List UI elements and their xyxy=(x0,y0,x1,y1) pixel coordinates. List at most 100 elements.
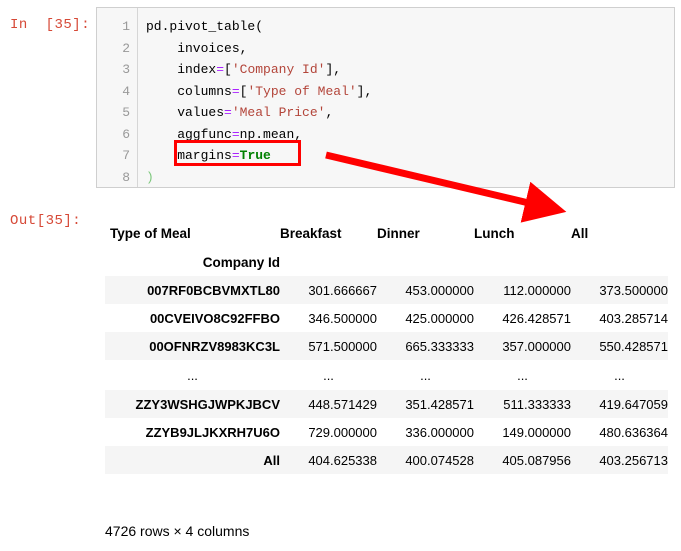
line-number-gutter: 1 2 3 4 5 6 7 8 xyxy=(97,8,138,187)
code-line-4: columns=['Type of Meal'], xyxy=(146,81,674,103)
code-token: 'Type of Meal' xyxy=(247,83,357,99)
column-header-breakfast: Breakfast xyxy=(280,225,342,241)
code-line-3: index=['Company Id'], xyxy=(146,59,674,81)
cell-dinner: 400.074528 xyxy=(377,446,474,474)
cell-all: 403.256713 xyxy=(571,446,668,474)
code-line-7: margins=True xyxy=(146,145,674,167)
index-axis-name: Company Id xyxy=(202,254,280,270)
column-axis-header-row: Type of Meal Breakfast Dinner Lunch All xyxy=(105,218,668,248)
cell-ellipsis: ... xyxy=(377,360,474,390)
code-token: invoices, xyxy=(146,40,248,56)
row-index: 00OFNRZV8983KC3L xyxy=(105,332,280,360)
cell-all: 373.500000 xyxy=(571,276,668,304)
code-token: = xyxy=(231,83,240,99)
code-token: ], xyxy=(325,62,342,77)
cell-ellipsis: ... xyxy=(571,360,668,390)
table-row: ZZYB9JLJKXRH7U6O 729.000000 336.000000 1… xyxy=(105,418,668,446)
line-number: 7 xyxy=(122,148,130,163)
table-row-ellipsis: ... ... ... ... ... xyxy=(105,360,668,390)
code-line-5: values='Meal Price', xyxy=(146,102,674,124)
code-token: ], xyxy=(356,83,373,99)
cell-ellipsis: ... xyxy=(474,360,571,390)
line-number: 4 xyxy=(122,83,130,99)
code-token: margins xyxy=(146,148,232,163)
cell-lunch: 149.000000 xyxy=(474,418,571,446)
cell-dinner: 453.000000 xyxy=(377,276,474,304)
code-token: , xyxy=(325,105,334,120)
cell-lunch: 426.428571 xyxy=(474,304,571,332)
cell-lunch: 357.000000 xyxy=(474,332,571,360)
table-row: 00CVEIVO8C92FFBO 346.500000 425.000000 4… xyxy=(105,304,668,332)
output-prompt-label: Out[35]: xyxy=(10,213,82,229)
row-index-ellipsis: ... xyxy=(105,360,280,390)
code-token: [ xyxy=(224,62,232,77)
table-body: 007RF0BCBVMXTL80 301.666667 453.000000 1… xyxy=(105,276,668,474)
cell-dinner: 336.000000 xyxy=(377,418,474,446)
header-spacer xyxy=(571,248,668,276)
cell-lunch: 112.000000 xyxy=(474,276,571,304)
code-cell[interactable]: 1 2 3 4 5 6 7 8 pd.pivot_table( invoices… xyxy=(96,7,675,188)
code-line-6: aggfunc=np.mean, xyxy=(146,124,674,146)
cell-all: 419.647059 xyxy=(571,390,668,418)
code-line-1: pd.pivot_table( xyxy=(146,16,674,38)
line-number: 8 xyxy=(122,169,130,185)
code-token: = xyxy=(231,126,240,142)
cell-breakfast: 301.666667 xyxy=(280,276,377,304)
code-token: 'Company Id' xyxy=(231,62,326,77)
row-index: 00CVEIVO8C92FFBO xyxy=(105,304,280,332)
header-spacer xyxy=(474,248,571,276)
row-index: ZZY3WSHGJWPKJBCV xyxy=(105,390,280,418)
table-row-all-margin: All 404.625338 400.074528 405.087956 403… xyxy=(105,446,668,474)
table-row: ZZY3WSHGJWPKJBCV 448.571429 351.428571 5… xyxy=(105,390,668,418)
row-index: 007RF0BCBVMXTL80 xyxy=(105,276,280,304)
line-number: 3 xyxy=(122,62,130,77)
cell-breakfast: 346.500000 xyxy=(280,304,377,332)
column-header-all: All xyxy=(571,225,589,241)
line-number: 2 xyxy=(122,40,130,56)
cell-ellipsis: ... xyxy=(280,360,377,390)
code-token: = xyxy=(224,105,232,120)
code-token: columns xyxy=(146,83,232,99)
code-token-true: True xyxy=(239,148,271,163)
cell-breakfast: 571.500000 xyxy=(280,332,377,360)
dataframe-output: Type of Meal Breakfast Dinner Lunch All … xyxy=(105,218,668,474)
code-token: ) xyxy=(146,169,154,185)
code-token: = xyxy=(216,62,225,77)
code-token: aggfunc xyxy=(146,126,232,142)
row-index-all: All xyxy=(105,446,280,474)
table-row: 00OFNRZV8983KC3L 571.500000 665.333333 3… xyxy=(105,332,668,360)
input-prompt-label: In [35]: xyxy=(10,17,91,33)
line-number: 5 xyxy=(122,105,130,120)
column-axis-name: Type of Meal xyxy=(110,225,191,241)
index-axis-header-row: Company Id xyxy=(105,248,668,276)
pivot-table: Type of Meal Breakfast Dinner Lunch All … xyxy=(105,218,668,474)
code-token: = xyxy=(231,148,240,163)
code-editor-area[interactable]: pd.pivot_table( invoices, index=['Compan… xyxy=(138,8,674,187)
header-spacer xyxy=(377,248,474,276)
row-index: ZZYB9JLJKXRH7U6O xyxy=(105,418,280,446)
cell-breakfast: 448.571429 xyxy=(280,390,377,418)
cell-lunch: 405.087956 xyxy=(474,446,571,474)
code-token: 'Meal Price' xyxy=(231,105,326,120)
column-header-lunch: Lunch xyxy=(474,225,515,241)
line-number: 1 xyxy=(122,19,130,34)
code-token: np.mean, xyxy=(239,126,303,142)
cell-breakfast: 729.000000 xyxy=(280,418,377,446)
cell-dinner: 425.000000 xyxy=(377,304,474,332)
cell-all: 403.285714 xyxy=(571,304,668,332)
line-number: 6 xyxy=(122,126,130,142)
cell-dinner: 351.428571 xyxy=(377,390,474,418)
code-line-2: invoices, xyxy=(146,38,674,60)
cell-lunch: 511.333333 xyxy=(474,390,571,418)
table-row: 007RF0BCBVMXTL80 301.666667 453.000000 1… xyxy=(105,276,668,304)
code-token: index xyxy=(146,62,217,77)
dataframe-shape-text: 4726 rows × 4 columns xyxy=(105,523,250,539)
code-token: values xyxy=(146,105,225,120)
cell-breakfast: 404.625338 xyxy=(280,446,377,474)
cell-dinner: 665.333333 xyxy=(377,332,474,360)
code-line-8: ) xyxy=(146,167,674,189)
header-spacer xyxy=(280,248,377,276)
cell-all: 480.636364 xyxy=(571,418,668,446)
table-head: Type of Meal Breakfast Dinner Lunch All … xyxy=(105,218,668,276)
code-token: pd.pivot_table( xyxy=(146,19,264,34)
